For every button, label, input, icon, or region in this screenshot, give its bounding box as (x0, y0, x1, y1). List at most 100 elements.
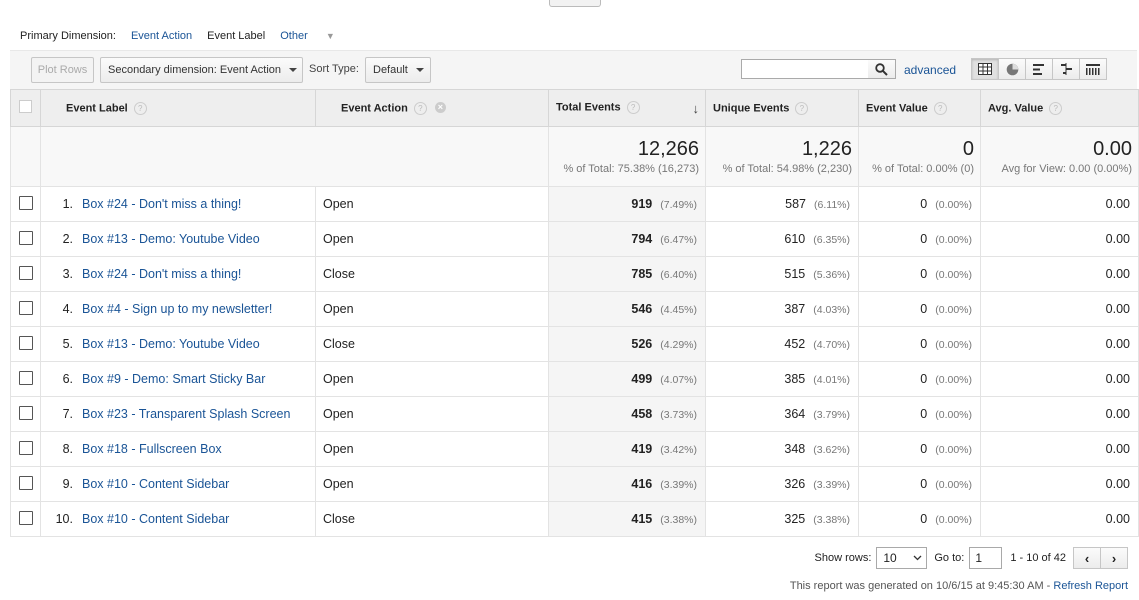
column-header-event-value[interactable]: Event Value? (858, 89, 981, 127)
help-icon[interactable]: ? (933, 101, 947, 115)
total-events-value: 499 (631, 372, 653, 386)
totals-spacer (40, 126, 549, 187)
unique-events-cell: 387 (4.03%) (705, 291, 859, 327)
performance-view-button[interactable] (1025, 58, 1053, 80)
row-select-cell (10, 221, 41, 257)
event-value-cell: 0 (0.00%) (858, 256, 981, 292)
event-action-cell: Close (315, 256, 549, 292)
table-row: 1. Box #24 - Don't miss a thing! Open 919… (10, 186, 1139, 222)
unique-events-value: 515 (784, 267, 806, 281)
event-label-link[interactable]: Box #13 - Demo: Youtube Video (82, 337, 260, 351)
total-events-value: 416 (631, 477, 653, 491)
row-checkbox[interactable] (18, 510, 33, 525)
row-checkbox[interactable] (18, 440, 33, 455)
secondary-dimension-select[interactable]: Secondary dimension: Event Action (100, 57, 303, 83)
total-events-percent: (4.29%) (660, 339, 697, 351)
show-rows-value: 10 (883, 551, 897, 565)
select-all-checkbox[interactable] (19, 100, 32, 113)
total-events-cell: 416 (3.39%) (548, 466, 706, 502)
avg-value-cell: 0.00 (980, 326, 1139, 362)
event-value-value: 0 (920, 337, 928, 351)
unique-events-percent: (5.36%) (813, 269, 850, 281)
avg-value-value: 0.00 (1105, 302, 1130, 316)
total-value: 12,266 (637, 138, 699, 160)
event-label-link[interactable]: Box #18 - Fullscreen Box (82, 442, 222, 456)
sort-descending-icon: ↓ (692, 100, 700, 116)
dimension-other-dropdown[interactable]: Other ▼ (280, 30, 350, 42)
column-header-event-label[interactable]: Event Label? (40, 89, 316, 127)
row-checkbox[interactable] (18, 335, 33, 350)
event-label-link[interactable]: Box #24 - Don't miss a thing! (82, 197, 241, 211)
event-label-link[interactable]: Box #9 - Demo: Smart Sticky Bar (82, 372, 265, 386)
advanced-filter-link[interactable]: advanced (904, 63, 956, 77)
pivot-view-button[interactable] (1079, 58, 1107, 80)
total-events-cell: 546 (4.45%) (548, 291, 706, 327)
avg-value-cell: 0.00 (980, 361, 1139, 397)
event-value-value: 0 (920, 372, 928, 386)
avg-value-value: 0.00 (1105, 232, 1130, 246)
table-row: 9. Box #10 - Content Sidebar Open 416 (3.3… (10, 466, 1139, 502)
search-button[interactable] (868, 59, 896, 79)
unique-events-cell: 348 (3.62%) (705, 431, 859, 467)
collapse-tab[interactable] (549, 0, 601, 7)
row-number: 2. (62, 232, 73, 246)
event-value-cell: 0 (0.00%) (858, 221, 981, 257)
table-row: 10. Box #10 - Content Sidebar Close 415 (3… (10, 501, 1139, 537)
row-checkbox[interactable] (18, 230, 33, 245)
column-header-total-events[interactable]: Total Events? ↓ (548, 89, 706, 127)
total-events-value: 546 (631, 302, 653, 316)
dimension-option-event-action[interactable]: Event Action (131, 30, 192, 42)
row-select-cell (10, 291, 41, 327)
row-checkbox[interactable] (18, 195, 33, 210)
goto-page-input[interactable]: 1 (969, 547, 1003, 569)
total-events-value: 419 (631, 442, 653, 456)
event-label-link[interactable]: Box #10 - Content Sidebar (82, 477, 229, 491)
row-checkbox[interactable] (18, 265, 33, 280)
event-action-cell: Close (315, 326, 549, 362)
show-rows-select[interactable]: 10 (876, 547, 928, 569)
avg-value-cell: 0.00 (980, 256, 1139, 292)
column-header-event-action[interactable]: Event Action? × (315, 89, 549, 127)
help-icon[interactable]: ? (1049, 101, 1063, 115)
event-value-percent: (0.00%) (935, 514, 972, 526)
dimension-option-event-label[interactable]: Event Label (207, 30, 265, 42)
row-checkbox[interactable] (18, 405, 33, 420)
chevron-right-icon: › (1111, 550, 1117, 566)
row-select-cell (10, 396, 41, 432)
table-view-button[interactable] (971, 58, 999, 80)
help-icon[interactable]: ? (133, 101, 147, 115)
search-input[interactable] (741, 59, 869, 79)
column-header-unique-events[interactable]: Unique Events? (705, 89, 859, 127)
event-label-link[interactable]: Box #10 - Content Sidebar (82, 512, 229, 526)
previous-page-button[interactable]: ‹ (1073, 547, 1101, 569)
search-icon (875, 62, 888, 76)
row-checkbox[interactable] (18, 300, 33, 315)
event-label-link[interactable]: Box #24 - Don't miss a thing! (82, 267, 241, 281)
help-icon[interactable]: ? (795, 101, 809, 115)
remove-dimension-icon[interactable]: × (434, 101, 446, 113)
sort-type-select[interactable]: Default (365, 57, 431, 83)
refresh-report-link[interactable]: Refresh Report (1053, 580, 1128, 592)
column-header-avg-value[interactable]: Avg. Value? (980, 89, 1139, 127)
row-number: 1. (62, 197, 73, 211)
row-checkbox[interactable] (18, 370, 33, 385)
event-label-link[interactable]: Box #13 - Demo: Youtube Video (82, 232, 260, 246)
plot-rows-button[interactable]: Plot Rows (31, 57, 94, 83)
total-events-cell: 499 (4.07%) (548, 361, 706, 397)
next-page-button[interactable]: › (1100, 547, 1128, 569)
pie-view-button[interactable] (998, 58, 1026, 80)
total-events-percent: (7.49%) (660, 199, 697, 211)
event-label-link[interactable]: Box #4 - Sign up to my newsletter! (82, 302, 272, 316)
column-header-label: Unique Events (713, 101, 790, 114)
unique-events-cell: 364 (3.79%) (705, 396, 859, 432)
help-icon[interactable]: ? (413, 101, 427, 115)
column-header-label: Avg. Value (988, 101, 1044, 114)
event-label-cell: 1. Box #24 - Don't miss a thing! (40, 186, 316, 222)
comparison-view-button[interactable] (1052, 58, 1080, 80)
help-icon[interactable]: ? (626, 100, 640, 114)
event-label-link[interactable]: Box #23 - Transparent Splash Screen (82, 407, 290, 421)
unique-events-value: 325 (784, 512, 806, 526)
row-checkbox[interactable] (18, 475, 33, 490)
event-value-cell: 0 (0.00%) (858, 326, 981, 362)
row-select-cell (10, 501, 41, 537)
